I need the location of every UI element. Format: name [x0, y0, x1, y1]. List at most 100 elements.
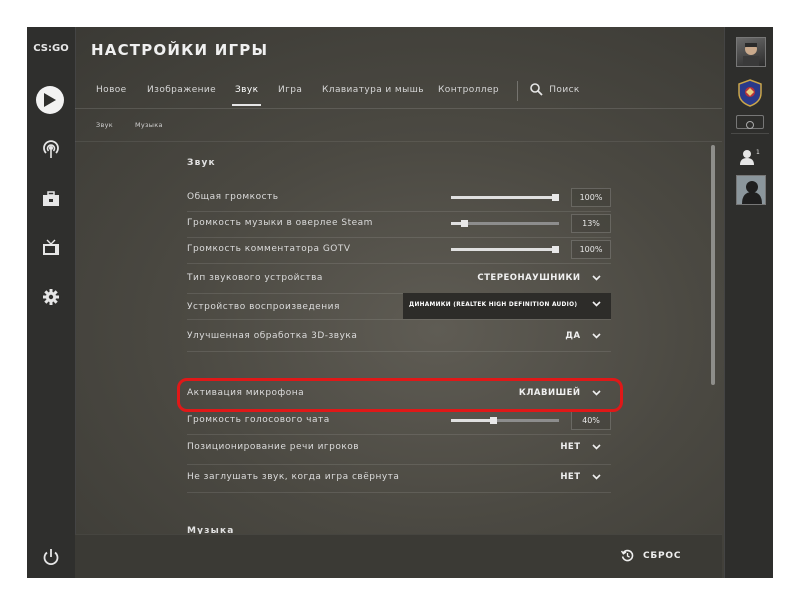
level-icon	[746, 121, 754, 129]
bottom-bar: СБРОС	[75, 534, 722, 578]
mic-activation-highlight	[177, 378, 623, 412]
slider-handle[interactable]	[490, 417, 497, 424]
setting-row-steam-music-volume: Громкость музыки в оверлее Steam 13%	[187, 211, 611, 238]
settings-tabs: Новое Изображение Звук Игра Клавиатура и…	[75, 74, 722, 109]
subtab-sound[interactable]: Звук	[96, 121, 113, 129]
right-bar: 1	[724, 27, 773, 578]
friends-button[interactable]: 1	[738, 147, 762, 167]
master-volume-slider[interactable]	[451, 194, 559, 201]
tab-divider	[517, 81, 518, 101]
power-button[interactable]	[35, 541, 67, 573]
tab-sound[interactable]: Звук	[235, 85, 258, 95]
active-tab-indicator	[232, 104, 261, 106]
settings-button[interactable]	[35, 281, 67, 313]
tab-new[interactable]: Новое	[96, 85, 127, 95]
friends-icon: 1	[740, 149, 760, 165]
slider-fill	[451, 419, 494, 422]
chevron-down-icon	[592, 301, 601, 307]
settings-gear-icon	[43, 289, 59, 305]
setting-row-voice-positioning: Позиционирование речи игроков НЕТ	[187, 434, 611, 465]
setting-row-mute-when-minimized: Не заглушать звук, когда игра свёрнута Н…	[187, 464, 611, 493]
right-bar-divider	[731, 133, 769, 134]
playback-device-dropdown[interactable]: ДИНАМИКИ (REALTEK HIGH DEFINITION AUDIO)	[403, 293, 611, 319]
friend-avatar[interactable]	[736, 175, 766, 205]
setting-label: Не заглушать звук, когда игра свёрнута	[187, 472, 400, 482]
settings-content: Звук Общая громкость 100% Громкость музы…	[75, 141, 722, 534]
chevron-down-icon	[592, 274, 601, 281]
broadcast-button[interactable]	[35, 134, 67, 166]
chevron-down-icon	[592, 443, 601, 450]
voice-positioning-dropdown[interactable]: НЕТ	[560, 442, 601, 452]
steam-music-volume-value[interactable]: 13%	[571, 214, 611, 233]
mute-when-minimized-dropdown[interactable]: НЕТ	[560, 472, 601, 482]
search-label: Поиск	[549, 85, 580, 95]
reset-button[interactable]: СБРОС	[620, 549, 682, 562]
setting-label: Громкость комментатора GOTV	[187, 244, 351, 254]
setting-label: Общая громкость	[187, 192, 279, 202]
inventory-button[interactable]	[35, 183, 67, 215]
section-title-music: Музыка	[187, 526, 235, 534]
settings-window: CS:GO НАСТРОЙКИ ИГРЫ Новое Изображение З…	[27, 27, 773, 578]
page-title: НАСТРОЙКИ ИГРЫ	[91, 41, 269, 59]
dropdown-value: ДИНАМИКИ (REALTEK HIGH DEFINITION AUDIO)	[409, 302, 578, 308]
slider-handle[interactable]	[552, 194, 559, 201]
setting-row-audio-device-type: Тип звукового устройства СТЕРЕОНАУШНИКИ	[187, 263, 611, 294]
setting-label: Позиционирование речи игроков	[187, 442, 360, 452]
rank-badge[interactable]	[737, 79, 763, 107]
chevron-down-icon	[592, 473, 601, 480]
setting-label: Громкость музыки в оверлее Steam	[187, 218, 373, 228]
tab-image[interactable]: Изображение	[147, 85, 216, 95]
audio-device-type-dropdown[interactable]: СТЕРЕОНАУШНИКИ	[477, 273, 601, 283]
tab-game[interactable]: Игра	[278, 85, 302, 95]
setting-label: Громкость голосового чата	[187, 415, 330, 425]
steam-music-volume-slider[interactable]	[451, 220, 559, 227]
subtab-music[interactable]: Музыка	[135, 121, 163, 129]
tv-icon	[43, 239, 59, 255]
user-avatar[interactable]	[736, 37, 766, 67]
dropdown-value: НЕТ	[560, 472, 581, 482]
voice-chat-volume-value[interactable]: 40%	[571, 411, 611, 430]
tv-button[interactable]	[35, 231, 67, 263]
slider-handle[interactable]	[552, 246, 559, 253]
dropdown-value: НЕТ	[560, 442, 581, 452]
setting-label: Тип звукового устройства	[187, 273, 323, 283]
voice-chat-volume-slider[interactable]	[451, 417, 559, 424]
csgo-logo[interactable]: CS:GO	[31, 43, 71, 54]
tab-keyboard-mouse[interactable]: Клавиатура и мышь	[322, 85, 424, 95]
section-title-sound: Звук	[187, 158, 216, 168]
inventory-icon	[43, 191, 59, 206]
chevron-down-icon	[592, 332, 601, 339]
slider-handle[interactable]	[461, 220, 468, 227]
level-indicator[interactable]	[736, 115, 764, 129]
reset-label: СБРОС	[642, 551, 682, 561]
setting-row-3d-audio: Улучшенная обработка 3D-звука ДА	[187, 319, 611, 352]
svg-text:1: 1	[756, 149, 760, 156]
search-button[interactable]: Поиск	[530, 83, 580, 96]
slider-fill	[451, 248, 559, 251]
dropdown-value: ДА	[565, 331, 581, 341]
power-icon	[43, 549, 59, 566]
gotv-volume-slider[interactable]	[451, 246, 559, 253]
play-button[interactable]	[36, 86, 64, 114]
gotv-volume-value[interactable]: 100%	[571, 240, 611, 259]
setting-label: Устройство воспроизведения	[187, 302, 340, 312]
setting-row-master-volume: Общая громкость 100%	[187, 185, 611, 212]
play-icon	[44, 93, 56, 107]
setting-row-gotv-volume: Громкость комментатора GOTV 100%	[187, 237, 611, 264]
slider-fill	[451, 196, 559, 199]
3d-audio-dropdown[interactable]: ДА	[565, 331, 601, 341]
reset-icon	[620, 549, 634, 562]
master-volume-value[interactable]: 100%	[571, 188, 611, 207]
subtabs: Звук Музыка	[75, 109, 722, 142]
broadcast-icon	[43, 140, 59, 158]
rank-shield-icon	[738, 79, 762, 107]
tab-controller[interactable]: Контроллер	[438, 85, 499, 95]
user-avatar-image	[743, 43, 759, 66]
search-icon	[530, 83, 543, 96]
dropdown-value: СТЕРЕОНАУШНИКИ	[477, 273, 581, 283]
friend-avatar-image	[737, 176, 765, 204]
left-nav: CS:GO	[27, 27, 76, 578]
scrollbar[interactable]	[711, 145, 715, 385]
setting-row-playback-device: Устройство воспроизведения ДИНАМИКИ (REA…	[187, 293, 611, 320]
setting-row-voice-chat-volume: Громкость голосового чата 40%	[187, 408, 611, 435]
